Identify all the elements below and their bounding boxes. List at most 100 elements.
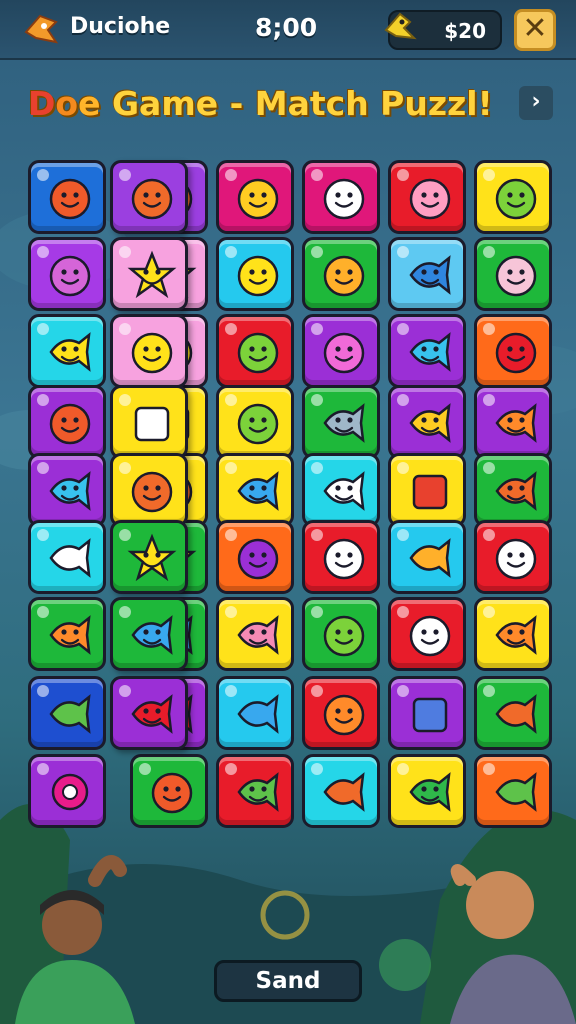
game-tile[interactable] [302, 314, 380, 388]
game-tile[interactable] [110, 597, 188, 671]
purple-blob-icon [237, 538, 279, 580]
green-frog-icon [323, 615, 365, 657]
game-tile[interactable] [388, 237, 466, 311]
cake-icon [412, 474, 448, 510]
game-tile[interactable] [388, 754, 466, 828]
orange-fish-icon [495, 403, 537, 443]
game-tile[interactable] [216, 453, 294, 527]
game-tile[interactable] [110, 160, 188, 234]
game-tile[interactable] [388, 676, 466, 750]
game-tile[interactable] [388, 520, 466, 594]
red-mushroom-icon [495, 332, 537, 374]
game-tile[interactable] [28, 237, 106, 311]
pink-heart-icon [323, 332, 365, 374]
game-tile[interactable] [110, 314, 188, 388]
game-tile[interactable] [474, 237, 552, 311]
pink-fish-icon [237, 615, 279, 655]
white-ghost-icon [409, 615, 451, 657]
white-face-icon [495, 538, 537, 580]
game-tile[interactable] [216, 597, 294, 671]
game-tile[interactable] [388, 314, 466, 388]
green-face-icon [237, 332, 279, 374]
yellow-star-icon [127, 533, 177, 582]
orange-fish-icon [49, 615, 91, 655]
game-tile[interactable] [216, 314, 294, 388]
game-tile[interactable] [474, 453, 552, 527]
puzzle-board [0, 0, 576, 1024]
game-tile[interactable] [388, 160, 466, 234]
yellow-star-icon [127, 250, 177, 299]
game-tile[interactable] [474, 597, 552, 671]
game-tile[interactable] [28, 676, 106, 750]
sand-button[interactable]: Sand [214, 960, 362, 1002]
game-tile[interactable] [388, 453, 466, 527]
green-drop-icon [237, 403, 279, 445]
game-tile[interactable] [216, 385, 294, 459]
blue-fish-icon [131, 615, 173, 655]
white-fish-icon [323, 471, 365, 511]
game-tile[interactable] [110, 453, 188, 527]
white-face-icon [323, 538, 365, 580]
game-tile[interactable] [110, 385, 188, 459]
bandage-icon [409, 538, 451, 578]
game-tile[interactable] [216, 237, 294, 311]
blue-fish-icon [237, 471, 279, 511]
orange-swirl-icon [323, 255, 365, 297]
game-tile[interactable] [302, 754, 380, 828]
orange-face-icon [323, 694, 365, 736]
orange-fish-icon [495, 471, 537, 511]
game-tile[interactable] [28, 453, 106, 527]
orange-cat-icon [131, 471, 173, 513]
blue-fish-icon [409, 255, 451, 295]
game-tile[interactable] [302, 385, 380, 459]
yellow-fish-icon [409, 403, 451, 443]
blue-shoe-icon [237, 694, 279, 734]
game-tile[interactable] [216, 160, 294, 234]
orange-crab-icon [151, 772, 193, 814]
game-tile[interactable] [474, 676, 552, 750]
game-tile[interactable] [28, 520, 106, 594]
game-tile[interactable] [216, 676, 294, 750]
grey-fish-icon [323, 403, 365, 443]
game-tile[interactable] [388, 597, 466, 671]
game-tile[interactable] [474, 314, 552, 388]
game-tile[interactable] [28, 385, 106, 459]
orange-shard-icon [323, 772, 365, 812]
game-tile[interactable] [302, 597, 380, 671]
lemon-icon [237, 255, 279, 297]
game-tile[interactable] [474, 160, 552, 234]
orange-blob-icon [131, 178, 173, 220]
green-lizard-icon [237, 772, 279, 812]
game-tile[interactable] [474, 520, 552, 594]
game-tile[interactable] [216, 754, 294, 828]
pink-squid-icon [495, 255, 537, 297]
blue-square-icon [412, 697, 448, 733]
game-tile[interactable] [28, 754, 106, 828]
game-tile[interactable] [474, 385, 552, 459]
orange-face-icon [49, 178, 91, 220]
game-tile[interactable] [302, 237, 380, 311]
game-tile[interactable] [110, 676, 188, 750]
game-tile[interactable] [302, 520, 380, 594]
game-tile[interactable] [28, 160, 106, 234]
game-tile[interactable] [28, 314, 106, 388]
yellow-face-icon [237, 178, 279, 220]
pink-ring-icon [51, 773, 89, 811]
game-tile[interactable] [110, 237, 188, 311]
game-tile[interactable] [130, 754, 208, 828]
paper-plane-icon [49, 538, 91, 578]
castle-icon [134, 406, 170, 442]
game-tile[interactable] [28, 597, 106, 671]
orange-crab-icon [49, 403, 91, 445]
game-tile[interactable] [388, 385, 466, 459]
yellow-cat-icon [131, 332, 173, 374]
game-tile[interactable] [302, 160, 380, 234]
game-tile[interactable] [302, 453, 380, 527]
game-tile[interactable] [474, 754, 552, 828]
game-tile[interactable] [302, 676, 380, 750]
green-leaf-icon [49, 694, 91, 734]
blue-bird-icon [49, 471, 91, 511]
game-tile[interactable] [110, 520, 188, 594]
green-pickle-icon [495, 772, 537, 812]
game-tile[interactable] [216, 520, 294, 594]
